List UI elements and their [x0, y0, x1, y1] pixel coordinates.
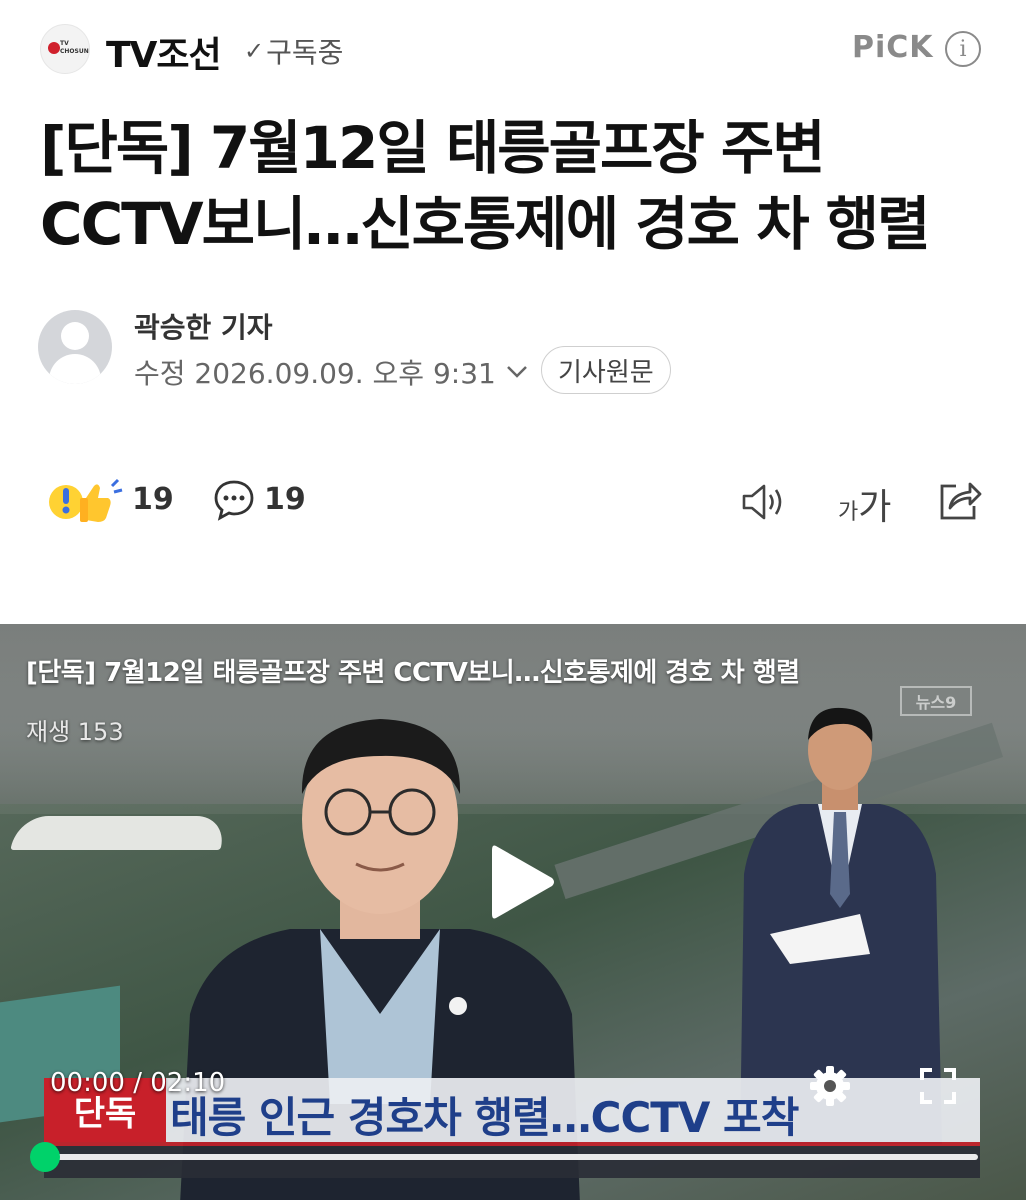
- current-time: 00:00: [50, 1068, 125, 1098]
- comment-icon[interactable]: [212, 478, 256, 522]
- modified-date: 수정 2026.09.09. 오후 9:31: [134, 357, 496, 390]
- article-title: [단독] 7월12일 태릉골프장 주변 CCTV보니…신호통제에 경호 차 행렬: [40, 114, 930, 258]
- article-dateline[interactable]: 수정 2026.09.09. 오후 9:31: [134, 352, 528, 392]
- font-large-label: 가: [858, 487, 892, 528]
- press-name[interactable]: TV조선: [106, 26, 222, 78]
- check-icon: ✓: [244, 37, 265, 65]
- total-time: 02:10: [150, 1068, 226, 1098]
- reporter-avatar[interactable]: [38, 310, 112, 384]
- comment-count: 19: [264, 482, 306, 517]
- press-logo[interactable]: TV CHOSUN: [40, 24, 90, 74]
- font-small-label: 가: [838, 500, 859, 525]
- video-progress-bar[interactable]: [30, 1142, 978, 1172]
- font-size-button[interactable]: 가가: [838, 478, 891, 530]
- reaction-icons[interactable]: [46, 476, 126, 524]
- press-header: TV CHOSUN TV조선 ✓ 구독중 PiCK i: [0, 0, 1026, 100]
- reporter-name[interactable]: 곽승한 기자: [134, 306, 273, 346]
- chevron-down-icon: [506, 360, 528, 385]
- speaker-icon[interactable]: [740, 482, 790, 522]
- reaction-count: 19: [132, 482, 174, 517]
- lower-third-headline: 태릉 인근 경호차 행렬…CCTV 포착: [170, 1093, 799, 1142]
- video-title: [단독] 7월12일 태릉골프장 주변 CCTV보니…신호통제에 경호 차 행렬: [26, 658, 800, 688]
- original-article-button[interactable]: 기사원문: [541, 346, 671, 394]
- video-time: 00:00 / 02:10: [50, 1068, 226, 1098]
- gear-icon[interactable]: [808, 1064, 852, 1108]
- subscribe-status-button[interactable]: ✓ 구독중: [244, 31, 343, 71]
- channel-bug: 뉴스9: [900, 686, 972, 716]
- share-icon[interactable]: [936, 478, 984, 522]
- video-play-count: 재생 153: [26, 718, 124, 746]
- news-ticker: [44, 1142, 980, 1178]
- progress-handle[interactable]: [30, 1142, 60, 1172]
- fullscreen-icon[interactable]: [918, 1066, 958, 1106]
- play-icon[interactable]: [488, 840, 558, 924]
- info-icon[interactable]: i: [945, 31, 981, 67]
- article-action-bar: 19 19 가가: [0, 470, 1026, 530]
- video-player[interactable]: [단독] 7월12일 태릉골프장 주변 CCTV보니…신호통제에 경호 차 행렬…: [0, 624, 1026, 1200]
- tv-chosun-logo-icon: TV CHOSUN: [48, 40, 89, 58]
- subscribe-label: 구독중: [266, 36, 344, 69]
- pick-badge: PiCK: [852, 30, 934, 65]
